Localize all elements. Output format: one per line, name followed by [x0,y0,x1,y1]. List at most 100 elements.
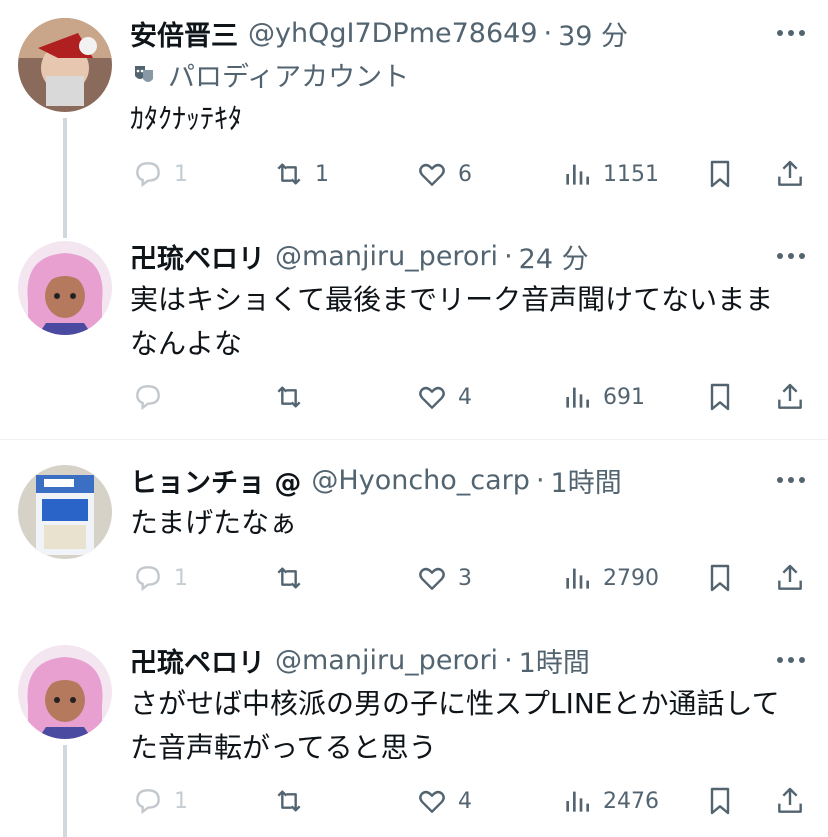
views-button[interactable]: 2790 [561,558,659,598]
action-bar: 4 691 [0,377,828,417]
bar-chart-icon [566,387,589,408]
share-button[interactable] [774,558,816,598]
display-name[interactable]: ヒョンチョ @ [130,461,301,500]
like-count: 4 [458,788,472,814]
retweet-button[interactable] [273,781,315,821]
action-bar: 1 3 2790 [0,558,828,598]
bar-chart-icon [566,791,589,812]
avatar[interactable] [18,241,112,335]
view-count: 2476 [603,788,659,814]
bookmark-icon [710,564,730,592]
views-button[interactable]: 1151 [561,154,659,194]
tweet-text: たまげたなぁ [130,506,298,539]
avatar-image [18,465,112,559]
separator-dot: · [543,17,553,49]
bookmark-button[interactable] [704,154,746,194]
speech-bubble-icon [136,385,160,411]
theater-mask-icon [135,66,153,82]
reply-button[interactable]: 1 [132,558,188,598]
retweet-arrows-icon [277,567,301,589]
heart-icon [419,790,445,813]
retweet-arrows-icon [277,790,301,812]
reply-button[interactable]: 1 [132,154,188,194]
views-button[interactable]: 2476 [561,781,659,821]
more-options-button[interactable] [776,640,806,680]
ellipsis-icon [777,253,805,259]
display-name[interactable]: 安倍晋三 [130,14,238,53]
share-button[interactable] [774,377,816,417]
heart-icon [419,567,445,590]
display-name[interactable]: 卍琉ペロリ [130,237,265,276]
action-bar: 1 4 2476 [0,781,828,821]
bookmark-button[interactable] [704,377,746,417]
user-handle[interactable]: @yhQgI7DPme78649 [248,18,538,49]
retweet-button[interactable] [273,558,315,598]
like-count: 3 [458,565,472,591]
tweet-text: 実はキショくて最後までリーク音声聞けてないままなんよな [130,283,774,360]
speech-bubble-icon [136,566,160,592]
bookmark-icon [710,383,730,411]
tweet-header: ヒョンチョ @ @Hyoncho_carp · 1時間 [130,460,622,500]
share-upload-icon [778,160,802,186]
views-button[interactable]: 691 [561,377,645,417]
like-button[interactable]: 4 [416,781,472,821]
reply-button[interactable]: 1 [132,781,188,821]
reply-count: 1 [174,565,188,591]
share-upload-icon [778,564,802,590]
like-count: 6 [458,161,472,187]
more-options-button[interactable] [776,460,806,500]
tweet-header: 安倍晋三 @yhQgI7DPme78649 · 39 分 [130,13,628,53]
like-button[interactable]: 3 [416,558,472,598]
bookmark-icon [710,160,730,188]
retweet-arrows-icon [277,386,301,408]
avatar-image [18,241,112,335]
speech-bubble-icon [136,789,160,815]
reply-count: 1 [174,788,188,814]
share-button[interactable] [774,781,816,821]
avatar[interactable] [18,645,112,739]
avatar[interactable] [18,465,112,559]
timestamp[interactable]: 24 分 [519,237,589,276]
view-count: 2790 [603,565,659,591]
share-upload-icon [778,787,802,813]
timestamp[interactable]: 1時間 [551,461,622,500]
bar-chart-icon [566,164,589,185]
view-count: 691 [603,384,645,410]
parody-label: パロディアカウント [132,54,409,94]
more-options-button[interactable] [776,13,806,53]
retweet-button[interactable]: 1 [273,154,329,194]
separator-dot: · [504,644,513,676]
retweet-button[interactable] [273,377,315,417]
display-name[interactable]: 卍琉ペロリ [130,641,265,680]
reply-button[interactable] [132,377,174,417]
separator-dot: · [504,240,513,272]
bookmark-icon [710,787,730,815]
user-handle[interactable]: @manjiru_perori [275,645,498,676]
tweet-divider [0,439,828,440]
avatar-image [18,645,112,739]
reply-count: 1 [174,161,188,187]
timestamp[interactable]: 39 分 [558,14,628,53]
speech-bubble-icon [136,162,160,188]
like-button[interactable]: 4 [416,377,472,417]
more-options-button[interactable] [776,236,806,276]
retweet-count: 1 [315,161,329,187]
timestamp[interactable]: 1時間 [519,641,590,680]
like-button[interactable]: 6 [416,154,472,194]
tweet-header: 卍琉ペロリ @manjiru_perori · 24 分 [130,236,589,276]
bookmark-button[interactable] [704,781,746,821]
user-handle[interactable]: @manjiru_perori [275,241,498,272]
user-handle[interactable]: @Hyoncho_carp [311,465,530,496]
parody-label-text: パロディアカウント [168,61,410,93]
bookmark-button[interactable] [704,558,746,598]
ellipsis-icon [777,477,805,483]
ellipsis-icon [777,30,805,36]
avatar[interactable] [18,18,112,112]
tweet-header: 卍琉ペロリ @manjiru_perori · 1時間 [130,640,590,680]
tweet-text: さがせば中核派の男の子に性スプLINEとか通話してた音声転がってると思う [130,687,780,764]
separator-dot: · [535,464,545,496]
heart-icon [419,163,445,186]
share-button[interactable] [774,154,816,194]
share-upload-icon [778,383,802,409]
retweet-arrows-icon [277,163,301,185]
